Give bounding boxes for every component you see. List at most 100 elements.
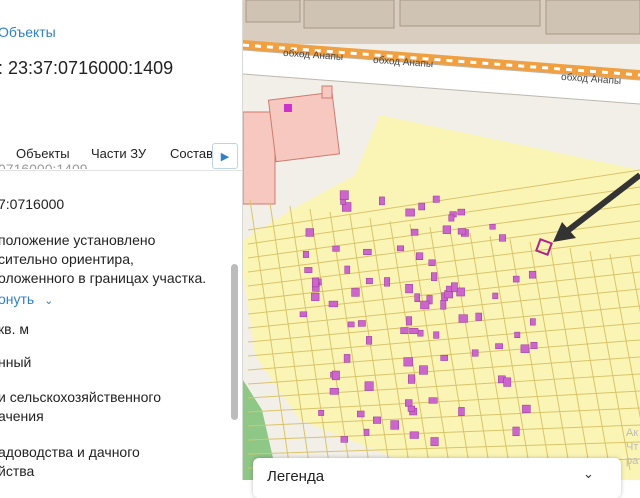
map-canvas [243, 0, 640, 480]
activation-watermark: Ак Чт ра [626, 426, 638, 468]
category-line-2: ачения [0, 408, 44, 424]
expand-link[interactable]: онуть ⌄ [0, 290, 53, 310]
house [430, 437, 439, 447]
house [522, 404, 531, 413]
house [499, 234, 506, 242]
house [457, 208, 466, 216]
watermark-line-2: Чт [626, 441, 639, 453]
house [451, 282, 458, 292]
house [458, 314, 468, 323]
house [340, 436, 348, 443]
triangle-right-icon: ▶ [220, 150, 230, 163]
house [489, 223, 496, 230]
house [520, 344, 530, 353]
house [318, 410, 325, 416]
info-panel: Объекты : 23:37:0716000:1409 Объекты Час… [0, 0, 243, 480]
house [403, 357, 413, 367]
panel-scrollbar[interactable] [231, 264, 238, 420]
tab-composition[interactable]: Состав [170, 146, 213, 161]
house [448, 214, 455, 222]
house [329, 388, 339, 395]
building [399, 0, 541, 27]
house [418, 202, 425, 211]
house [420, 300, 430, 310]
location-line-3: оложенного в границах участка. [0, 270, 207, 286]
tabs-next-button[interactable]: ▶ [212, 143, 238, 169]
house [514, 331, 521, 339]
house [457, 228, 467, 235]
house [390, 420, 399, 430]
house [456, 287, 465, 297]
building [284, 104, 292, 112]
house [351, 288, 360, 297]
house [419, 365, 428, 375]
category-line-1: и сельскохозяйственного [0, 389, 162, 405]
house [363, 248, 372, 255]
house [530, 342, 538, 349]
house [432, 195, 440, 203]
industrial-zone [243, 111, 276, 205]
house [431, 272, 438, 281]
house [379, 196, 385, 206]
house [332, 245, 340, 252]
objects-link[interactable]: Объекты [0, 24, 56, 40]
tab-parts[interactable]: Части ЗУ [91, 146, 146, 161]
building [245, 0, 301, 23]
house [366, 336, 373, 345]
house [433, 331, 440, 339]
house [373, 416, 381, 424]
house [409, 431, 419, 439]
house [400, 327, 409, 334]
house [414, 293, 420, 302]
house [347, 321, 355, 328]
house [396, 245, 405, 252]
legend-panel[interactable]: Легенда ⌄ [253, 458, 621, 498]
house [492, 292, 499, 300]
house [428, 397, 438, 404]
house [344, 265, 351, 274]
house [405, 284, 413, 294]
house [407, 405, 416, 412]
house [405, 399, 413, 407]
house [528, 270, 537, 279]
house [458, 407, 465, 416]
watermark-line-3: ра [626, 455, 639, 467]
status-value: нный [0, 354, 32, 370]
house [343, 354, 351, 363]
house [512, 275, 520, 283]
area-value: кв. м [0, 321, 29, 337]
house [302, 251, 309, 258]
house [416, 252, 424, 260]
watermark-line-1: Ак [626, 427, 639, 439]
house [357, 320, 366, 327]
house [503, 377, 512, 387]
house [305, 228, 314, 237]
building [321, 85, 333, 99]
house [512, 426, 520, 437]
house [408, 374, 415, 384]
house [364, 381, 374, 391]
house [428, 259, 436, 266]
house [417, 329, 424, 337]
industrial-zone [267, 91, 341, 163]
house [311, 292, 320, 301]
house [339, 190, 349, 200]
house [366, 277, 373, 285]
building [545, 0, 640, 35]
building [303, 0, 395, 29]
house [409, 328, 419, 334]
legend-title: Легенда [267, 468, 325, 485]
cadastral-number-title: : 23:37:0716000:1409 [0, 58, 174, 78]
house [446, 285, 452, 292]
tabs-divider [0, 170, 242, 171]
house [440, 354, 448, 361]
house [299, 311, 308, 318]
house [495, 343, 503, 350]
house [405, 208, 415, 217]
map-view[interactable]: обход Анапы обход Анапы обход Анапы [243, 0, 640, 480]
house [384, 277, 390, 287]
tab-objects[interactable]: Объекты [16, 146, 70, 161]
location-line-1: положение установлено [0, 232, 156, 248]
chevron-down-icon: ⌄ [44, 295, 54, 307]
house [442, 225, 451, 234]
